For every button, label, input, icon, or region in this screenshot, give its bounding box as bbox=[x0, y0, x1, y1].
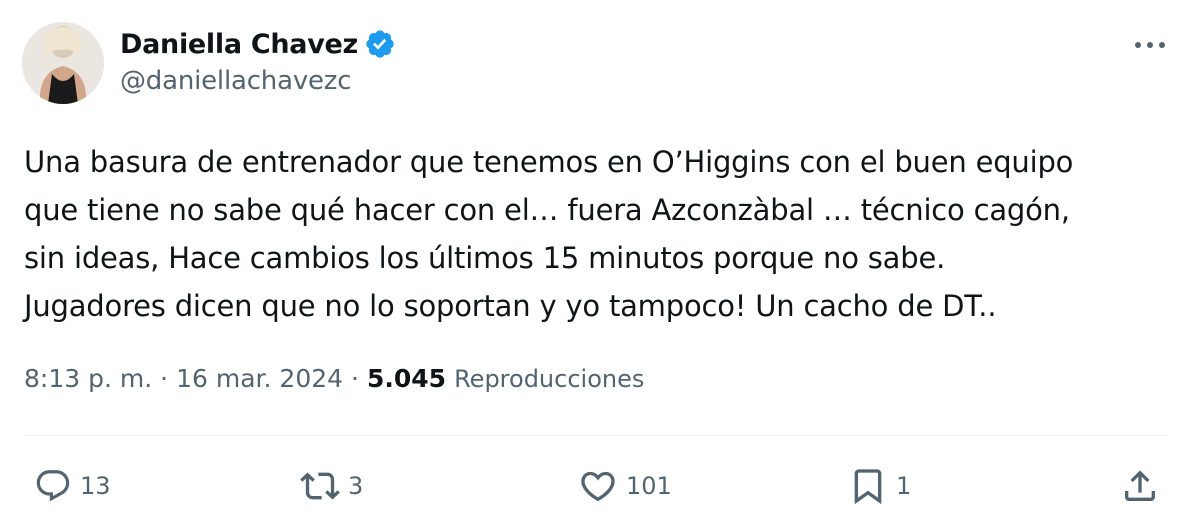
retweet-icon bbox=[300, 466, 340, 506]
tweet-time[interactable]: 8:13 p. m. bbox=[24, 364, 152, 393]
tweet-text: Una basura de entrenador que tenemos en … bbox=[24, 138, 1184, 330]
action-bar: 13 3 101 1 bbox=[0, 460, 1200, 512]
tweet-text-line: que tiene no sabe qué hacer con el… fuer… bbox=[24, 193, 1070, 227]
bookmark-icon bbox=[848, 466, 888, 506]
bookmark-button[interactable]: 1 bbox=[848, 460, 911, 512]
avatar[interactable] bbox=[22, 22, 104, 104]
tweet-meta: 8:13 p. m. · 16 mar. 2024 · 5.045 Reprod… bbox=[24, 364, 644, 393]
retweet-button[interactable]: 3 bbox=[300, 460, 363, 512]
author-name-row: Daniella Chavez bbox=[120, 24, 396, 64]
like-button[interactable]: 101 bbox=[578, 460, 672, 512]
share-icon bbox=[1120, 466, 1160, 506]
tweet-text-line: sin ideas, Hace cambios los últimos 15 m… bbox=[24, 241, 946, 275]
share-button[interactable] bbox=[1120, 460, 1160, 512]
views-count: 5.045 bbox=[367, 364, 447, 393]
divider bbox=[24, 435, 1166, 436]
avatar-image bbox=[22, 22, 104, 104]
meta-separator: · bbox=[160, 364, 169, 393]
author-handle[interactable]: @daniellachavezc bbox=[120, 66, 352, 96]
tweet-date[interactable]: 16 mar. 2024 bbox=[176, 364, 343, 393]
tweet-card: Daniella Chavez @daniellachavezc Una bas… bbox=[0, 0, 1200, 522]
verified-badge-icon bbox=[364, 28, 396, 60]
like-count: 101 bbox=[626, 472, 672, 500]
tweet-text-line: Jugadores dicen que no lo soportan y yo … bbox=[24, 289, 997, 323]
reply-icon bbox=[34, 467, 72, 505]
reply-button[interactable]: 13 bbox=[34, 460, 111, 512]
reply-count: 13 bbox=[80, 472, 111, 500]
meta-separator: · bbox=[351, 364, 359, 393]
author-display-name[interactable]: Daniella Chavez bbox=[120, 29, 358, 60]
tweet-text-line: Una basura de entrenador que tenemos en … bbox=[24, 145, 1074, 179]
heart-icon bbox=[578, 466, 618, 506]
bookmark-count: 1 bbox=[896, 472, 912, 500]
retweet-count: 3 bbox=[348, 472, 364, 500]
views-label: Reproducciones bbox=[454, 365, 645, 393]
more-horizontal-icon[interactable] bbox=[1130, 30, 1170, 60]
